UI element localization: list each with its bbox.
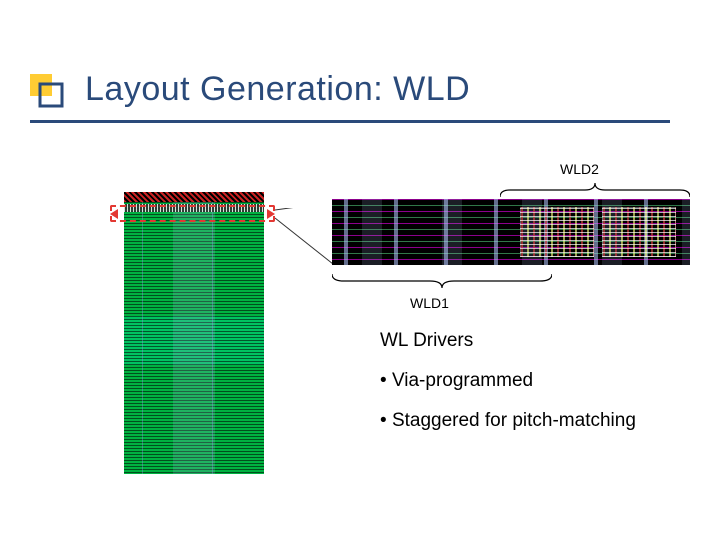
slide-title: Layout Generation: WLD	[85, 70, 470, 109]
title-underline	[30, 120, 670, 123]
bullet-text: Staggered for pitch-matching	[392, 410, 636, 431]
bullet-item: • Via-programmed	[380, 370, 533, 392]
label-wld2: WLD2	[560, 161, 599, 177]
bullet-text: Via-programmed	[392, 370, 533, 391]
label-wld1: WLD1	[410, 295, 449, 311]
title-bullet-icon	[30, 74, 65, 109]
layout-detail-image	[332, 199, 690, 265]
highlight-box	[110, 205, 275, 222]
brace-wld2-icon	[500, 183, 690, 198]
content-subtitle: WL Drivers	[380, 330, 473, 352]
brace-wld1-icon	[332, 274, 552, 289]
callout-lines	[275, 208, 335, 268]
layout-overview-image	[124, 192, 264, 474]
bullet-item: • Staggered for pitch-matching	[380, 410, 636, 432]
